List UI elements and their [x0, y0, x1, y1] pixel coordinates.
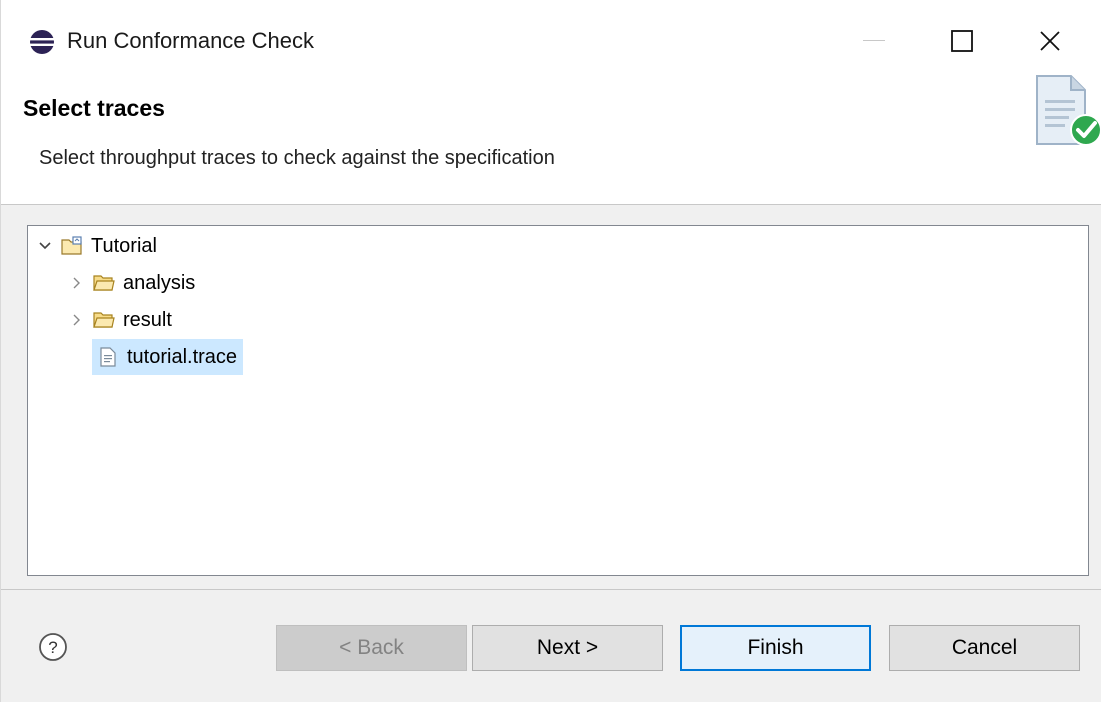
wizard-header: Select traces Select throughput traces t…	[1, 75, 1101, 205]
chevron-right-icon[interactable]	[68, 274, 86, 292]
title-bar: Run Conformance Check	[1, 0, 1101, 80]
finish-button[interactable]: Finish	[680, 625, 871, 671]
tree-item-label: Tutorial	[91, 234, 157, 257]
file-icon	[96, 346, 120, 368]
tree-item-label: result	[123, 308, 172, 331]
folder-icon	[92, 272, 116, 294]
close-button[interactable]	[1020, 18, 1080, 64]
tree-item-result[interactable]: result	[68, 303, 172, 337]
minimize-button[interactable]	[844, 18, 904, 64]
maximize-icon	[951, 30, 973, 52]
chevron-right-icon[interactable]	[68, 311, 86, 329]
project-folder-icon	[60, 235, 84, 257]
trace-tree[interactable]: Tutorial analysis result tutorial.trace	[27, 225, 1089, 576]
page-title: Select traces	[23, 95, 165, 121]
svg-text:?: ?	[48, 638, 57, 657]
document-check-icon	[1036, 75, 1101, 146]
page-description: Select throughput traces to check agains…	[39, 147, 555, 169]
tree-item-tutorial[interactable]: Tutorial	[36, 229, 157, 263]
tree-item-analysis[interactable]: analysis	[68, 266, 195, 300]
close-icon	[1040, 31, 1060, 51]
tree-item-label: analysis	[123, 271, 196, 294]
tree-item-tutorial-trace[interactable]: tutorial.trace	[92, 339, 244, 375]
tree-item-label: tutorial.trace	[127, 345, 238, 368]
window-title: Run Conformance Check	[67, 28, 315, 53]
content-area: Tutorial analysis result tutorial.trace	[1, 205, 1101, 590]
eclipse-icon	[30, 30, 54, 54]
next-button[interactable]: Next >	[472, 625, 663, 671]
dialog-window: Run Conformance Check Select traces Sele…	[0, 0, 1101, 702]
help-icon[interactable]: ?	[38, 632, 68, 662]
cancel-button[interactable]: Cancel	[889, 625, 1080, 671]
chevron-down-icon[interactable]	[36, 237, 54, 255]
maximize-button[interactable]	[932, 18, 992, 64]
button-bar: ? < Back Next > Finish Cancel	[1, 590, 1101, 702]
back-button[interactable]: < Back	[276, 625, 467, 671]
minimize-icon	[863, 40, 885, 41]
folder-icon	[92, 309, 116, 331]
